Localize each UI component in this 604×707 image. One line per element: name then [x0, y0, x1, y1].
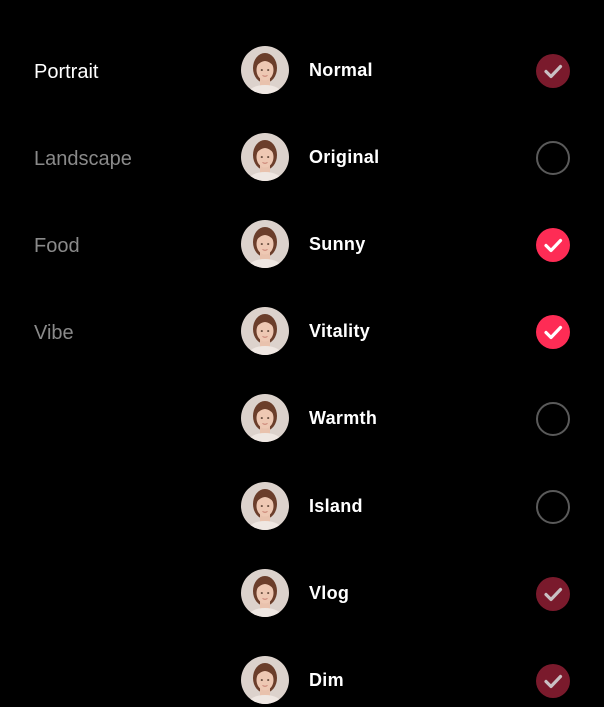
checkmark-icon[interactable]	[536, 54, 570, 88]
empty-circle-icon[interactable]	[536, 490, 570, 524]
portrait-thumbnail-icon	[241, 656, 289, 704]
filter-label: Vitality	[309, 321, 371, 341]
filter-row-vlog[interactable]: Vlog	[238, 568, 578, 620]
filter-label: Original	[309, 147, 380, 167]
checkmark-icon[interactable]	[536, 577, 570, 611]
filter-row-vitality[interactable]: Vitality	[238, 306, 578, 358]
filter-label: Warmth	[309, 408, 378, 428]
checkmark-icon[interactable]	[536, 315, 570, 349]
checkmark-icon[interactable]	[536, 228, 570, 262]
portrait-thumbnail-icon	[241, 133, 289, 181]
filter-label: Island	[309, 496, 363, 516]
filter-row-dim[interactable]: Dim	[238, 655, 578, 707]
portrait-thumbnail-icon	[241, 569, 289, 617]
portrait-thumbnail-icon	[241, 307, 289, 355]
empty-circle-icon[interactable]	[536, 141, 570, 175]
checkmark-icon[interactable]	[536, 664, 570, 698]
filter-row-warmth[interactable]: Warmth	[238, 393, 578, 445]
filter-label: Vlog	[309, 583, 350, 603]
filter-label: Normal	[309, 60, 373, 80]
filter-row-normal[interactable]: Normal	[238, 45, 578, 97]
portrait-thumbnail-icon	[241, 220, 289, 268]
filter-list: Normal Original Sunny Vitality Warmth Is…	[0, 0, 604, 704]
filter-row-original[interactable]: Original	[238, 132, 578, 184]
portrait-thumbnail-icon	[241, 394, 289, 442]
portrait-thumbnail-icon	[241, 46, 289, 94]
filter-row-island[interactable]: Island	[238, 481, 578, 533]
filter-row-sunny[interactable]: Sunny	[238, 219, 578, 271]
filter-label: Sunny	[309, 234, 366, 254]
portrait-thumbnail-icon	[241, 482, 289, 530]
filter-label: Dim	[309, 670, 344, 690]
empty-circle-icon[interactable]	[536, 402, 570, 436]
